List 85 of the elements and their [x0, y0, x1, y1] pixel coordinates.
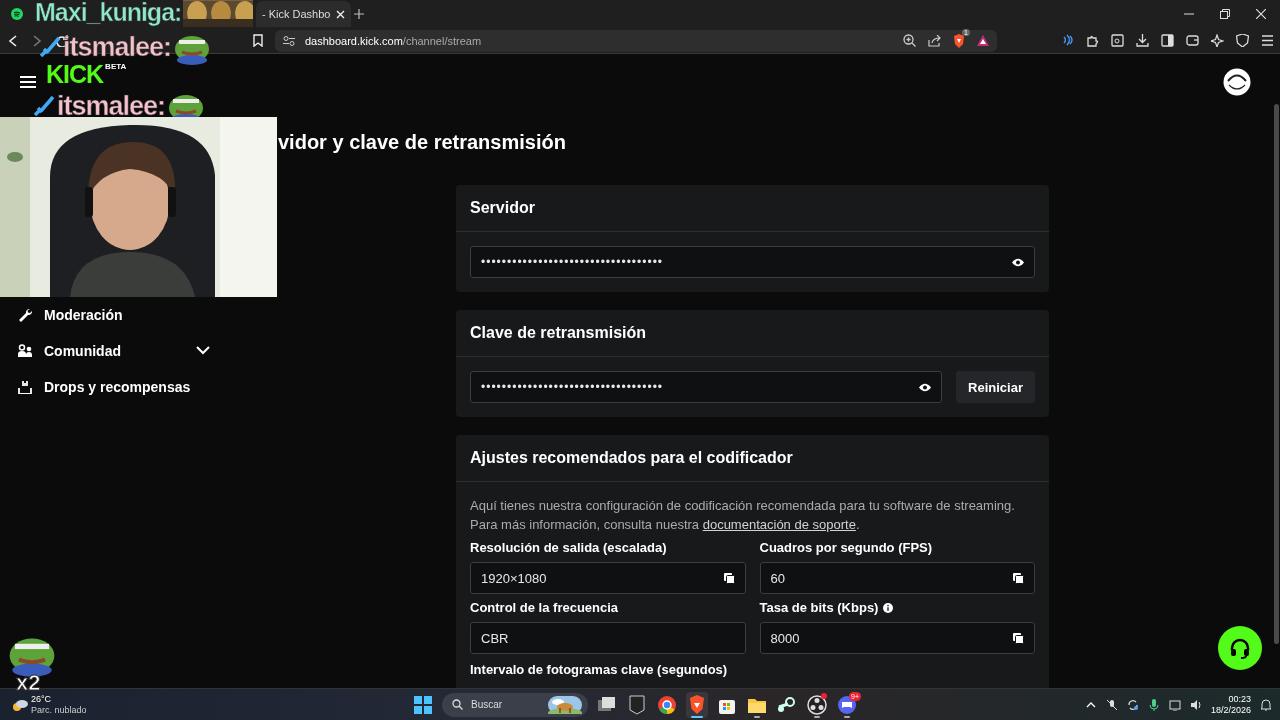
- search-field[interactable]: Buscar: [442, 692, 588, 717]
- scrollbar-thumb[interactable]: [1274, 104, 1279, 644]
- card-title: Ajustes recomendados para el codificador: [456, 435, 1049, 482]
- tab-title: - Kick Dashbo: [262, 8, 331, 20]
- support-link[interactable]: documentación de soporte: [702, 517, 856, 532]
- weather-text: Parc. nublado: [31, 704, 87, 716]
- input-field[interactable]: 60: [759, 562, 1035, 594]
- volume-icon[interactable]: [1189, 698, 1202, 711]
- sidebar-item[interactable]: Comunidad: [18, 338, 210, 363]
- eye-icon[interactable]: [919, 382, 932, 392]
- start-icon: [412, 693, 434, 716]
- download-icon[interactable]: [1136, 34, 1149, 47]
- headset-icon: [1229, 637, 1251, 659]
- input-field[interactable]: CBR: [470, 622, 746, 654]
- share-icon[interactable]: [928, 34, 941, 47]
- page-heading: vidor y clave de retransmisión: [277, 130, 567, 155]
- bell-icon[interactable]: [1260, 698, 1272, 711]
- secret-field[interactable]: •••••••••••••••••••••••••••••••••••: [470, 371, 943, 403]
- close-icon[interactable]: [1256, 9, 1266, 19]
- secret-field[interactable]: •••••••••••••••••••••••••••••••••••: [470, 246, 1035, 278]
- search-icon: [452, 699, 463, 710]
- triangle-icon[interactable]: [977, 35, 989, 46]
- shield-app-icon: [626, 693, 648, 716]
- mic-off-icon[interactable]: [1105, 698, 1118, 711]
- zoom-icon[interactable]: [903, 34, 916, 47]
- ring-icon: [656, 693, 678, 716]
- input-field[interactable]: 1920×1080: [470, 562, 746, 594]
- sync-icon[interactable]: [1126, 698, 1139, 711]
- sidebar-item[interactable]: Drops y recompensas: [18, 374, 210, 399]
- network-icon[interactable]: [1168, 698, 1181, 711]
- wrench-icon: [18, 307, 32, 322]
- input-field[interactable]: 8000: [759, 622, 1035, 654]
- sparkle-icon[interactable]: [1211, 34, 1224, 47]
- site-settings-icon[interactable]: [283, 35, 295, 46]
- new-tab-icon[interactable]: [354, 9, 365, 19]
- browser-tab[interactable]: - Kick Dashbo: [256, 1, 352, 27]
- info-icon[interactable]: [883, 602, 894, 613]
- window-search-icon[interactable]: [1111, 34, 1124, 47]
- logo-text: KICK: [46, 62, 104, 86]
- copy-icon[interactable]: [1013, 572, 1024, 584]
- copy-icon[interactable]: [1013, 632, 1024, 644]
- combo-count: x2: [16, 672, 41, 694]
- time-text: 00:23: [1228, 693, 1251, 705]
- people-icon: [18, 343, 32, 358]
- url-text: dashboard.kick.com/channel/stream: [305, 34, 482, 47]
- description-text: Aquí tienes nuestra configuración de codificación recomendada para tu software de streaming. Para más información, consulta nuestra documentación de soporte.: [470, 497, 1016, 534]
- puzzle-icon[interactable]: [1086, 34, 1099, 47]
- menu-icon[interactable]: [1261, 34, 1274, 47]
- username-overlay: Maxi_kuniga:: [35, 0, 182, 25]
- close-icon[interactable]: [336, 9, 346, 19]
- sidebar-item[interactable]: Moderación: [18, 302, 210, 327]
- mic-icon[interactable]: [1147, 698, 1160, 711]
- reset-button[interactable]: Reiniciar: [956, 371, 1035, 403]
- chevron-down-icon[interactable]: [196, 346, 210, 355]
- copy-icon[interactable]: [723, 572, 735, 584]
- card-title: Clave de retransmisión: [456, 310, 1049, 357]
- back-icon[interactable]: [8, 34, 18, 47]
- field-label: Cuadros por segundo (FPS): [759, 540, 933, 555]
- sidebar-icon[interactable]: [1161, 34, 1174, 47]
- field-label: Tasa de bits (Kbps): [759, 600, 879, 615]
- shield-icon[interactable]: [1236, 34, 1249, 47]
- eye-icon[interactable]: [1012, 257, 1024, 267]
- field-label: Intervalo de fotogramas clave (segundos): [470, 662, 729, 677]
- date-text: 18/2/2026: [1210, 704, 1251, 716]
- beta-label: BETA: [105, 62, 127, 71]
- restore-icon[interactable]: [1220, 9, 1230, 19]
- help-button[interactable]: [1218, 626, 1262, 670]
- temperature-text: 26°C: [31, 693, 53, 705]
- field-label: Control de la frecuencia: [470, 600, 619, 615]
- record-icon: [806, 693, 828, 716]
- wallet-icon[interactable]: [1186, 34, 1199, 47]
- music-app-icon: [11, 8, 23, 20]
- card-title: Servidor: [456, 185, 1049, 232]
- forward-icon[interactable]: [32, 34, 42, 47]
- drops-icon: [18, 379, 32, 394]
- clock[interactable]: 00:23 18/2/2026: [1210, 693, 1251, 716]
- avatar-icon[interactable]: [1223, 68, 1251, 96]
- username-overlay: itsmalee:: [63, 34, 172, 60]
- audio-icon[interactable]: [1061, 34, 1074, 47]
- field-label: Resolución de salida (escalada): [470, 540, 667, 555]
- bookmark-icon[interactable]: [253, 34, 263, 47]
- taskbar-button[interactable]: [806, 691, 828, 718]
- username-overlay: itsmalee:: [57, 93, 166, 119]
- cloud-sun-icon[interactable]: [12, 697, 28, 712]
- chat-app-icon: [836, 693, 858, 716]
